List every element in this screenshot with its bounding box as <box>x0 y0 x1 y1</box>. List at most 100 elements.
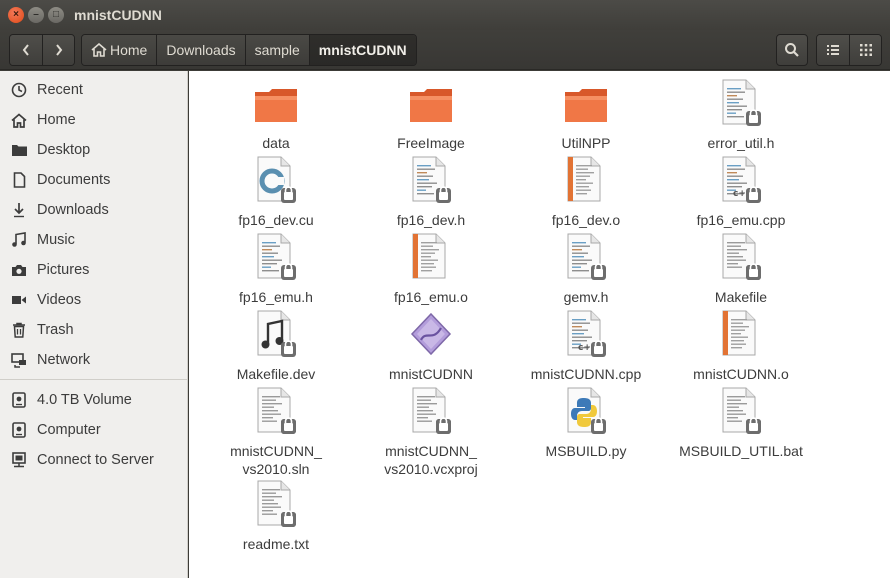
document-icon <box>10 171 28 189</box>
sidebar-item-label: Videos <box>37 292 82 308</box>
window-title: mnistCUDNN <box>74 7 162 23</box>
sidebar-item-connect-to-server[interactable]: Connect to Server <box>0 445 188 475</box>
folder-icon <box>10 141 28 159</box>
music-note-icon <box>10 231 28 249</box>
header-file-icon <box>254 233 298 283</box>
chevron-right-icon <box>55 44 62 56</box>
search-button[interactable] <box>776 34 808 66</box>
minimize-window-button[interactable]: – <box>28 7 44 23</box>
search-icon <box>785 43 799 57</box>
breadcrumb-mnistcudnn[interactable]: mnistCUDNN <box>308 35 416 65</box>
file-name: MSBUILD_UTIL.bat <box>679 443 803 459</box>
sidebar-item-label: Downloads <box>37 202 109 218</box>
file-name: fp16_emu.cpp <box>696 212 786 228</box>
sidebar-item-label: Recent <box>37 82 83 98</box>
sidebar-item-pictures[interactable]: Pictures <box>0 255 188 285</box>
trash-icon <box>10 321 28 339</box>
computer-icon <box>10 421 28 439</box>
sidebar-item-label: 4.0 TB Volume <box>37 392 132 408</box>
sidebar-item-trash[interactable]: Trash <box>0 315 188 345</box>
navigation-buttons <box>9 34 75 66</box>
sidebar-item-label: Trash <box>37 322 74 338</box>
file-item-readme-txt[interactable]: readme.txt <box>201 480 351 578</box>
sidebar-item-label: Music <box>37 232 75 248</box>
object-file-icon <box>409 233 453 283</box>
file-item-msbuild-py[interactable]: MSBUILD.py <box>511 387 661 487</box>
camera-icon <box>10 261 28 279</box>
breadcrumb-label: sample <box>254 42 300 58</box>
breadcrumb-label: mnistCUDNN <box>318 42 407 58</box>
cpp-file-icon: c++ <box>564 310 608 360</box>
home-icon <box>10 111 28 129</box>
sidebar: Recent Home Desktop Documents Downloads … <box>0 71 188 578</box>
breadcrumb-label: Home <box>110 42 148 58</box>
server-icon <box>10 451 28 469</box>
breadcrumb-sample[interactable]: sample <box>244 35 309 65</box>
sidebar-item-desktop[interactable]: Desktop <box>0 135 188 165</box>
sidebar-item-label: Documents <box>37 172 111 188</box>
close-window-button[interactable]: × <box>8 7 24 23</box>
chevron-left-icon <box>22 44 29 56</box>
breadcrumb: Home Downloads sample mnistCUDNN <box>81 34 417 66</box>
clock-icon <box>10 81 28 99</box>
audio-file-icon <box>254 310 298 360</box>
video-camera-icon <box>10 291 28 309</box>
executable-file-icon <box>409 310 453 360</box>
header-bar: Home Downloads sample mnistCUDNN <box>0 30 890 70</box>
file-name: mnistCUDNN.cpp <box>530 366 642 382</box>
text-file-icon <box>409 387 453 437</box>
file-name: mnistCUDNN_ vs2010.vcxproj <box>384 443 478 477</box>
header-file-icon <box>719 79 763 129</box>
drive-icon <box>10 391 28 409</box>
sidebar-item-documents[interactable]: Documents <box>0 165 188 195</box>
title-bar: × – □ mnistCUDNN <box>0 0 890 30</box>
folder-file-icon <box>564 79 608 129</box>
file-item-msbuild-util-bat[interactable]: MSBUILD_UTIL.bat <box>666 387 816 487</box>
sidebar-item-home[interactable]: Home <box>0 105 188 135</box>
sidebar-item-music[interactable]: Music <box>0 225 188 255</box>
sidebar-item-downloads[interactable]: Downloads <box>0 195 188 225</box>
file-item-mnistcudnn-vs2010-sln[interactable]: mnistCUDNN_ vs2010.sln <box>201 387 351 487</box>
file-name: mnistCUDNN.o <box>693 366 789 382</box>
sidebar-item-recent[interactable]: Recent <box>0 75 188 105</box>
sidebar-item-videos[interactable]: Videos <box>0 285 188 315</box>
sidebar-item-computer[interactable]: Computer <box>0 415 188 445</box>
file-name: fp16_emu.o <box>394 289 468 305</box>
text-file-icon <box>254 480 298 530</box>
text-file-icon <box>719 387 763 437</box>
home-icon <box>91 43 107 57</box>
grid-icon <box>859 44 872 56</box>
file-name: MSBUILD.py <box>545 443 627 459</box>
sidebar-item-label: Pictures <box>37 262 90 278</box>
sidebar-item-label: Computer <box>37 422 101 438</box>
object-file-icon <box>719 310 763 360</box>
file-name: Makefile.dev <box>236 366 316 382</box>
forward-button[interactable] <box>42 35 74 65</box>
network-icon <box>10 351 28 369</box>
file-grid: data FreeImage UtilNPP error_util.h fp16_dev… <box>189 71 890 578</box>
sidebar-item-label: Desktop <box>37 142 91 158</box>
file-name: gemv.h <box>563 289 609 305</box>
back-button[interactable] <box>10 35 42 65</box>
header-file-icon <box>564 233 608 283</box>
file-name: FreeImage <box>397 135 465 151</box>
breadcrumb-label: Downloads <box>166 42 236 58</box>
file-name: data <box>262 135 290 151</box>
maximize-window-button[interactable]: □ <box>48 7 64 23</box>
download-icon <box>10 201 28 219</box>
breadcrumb-home[interactable]: Home <box>82 35 157 65</box>
grid-view-button[interactable] <box>849 35 881 65</box>
file-name: readme.txt <box>242 536 310 552</box>
list-view-button[interactable] <box>817 35 849 65</box>
sidebar-item-volume[interactable]: 4.0 TB Volume <box>0 385 188 415</box>
sidebar-item-network[interactable]: Network <box>0 345 188 375</box>
text-file-icon <box>719 233 763 283</box>
sidebar-item-label: Connect to Server <box>37 452 154 468</box>
file-name: mnistCUDNN <box>389 366 473 382</box>
breadcrumb-downloads[interactable]: Downloads <box>156 35 245 65</box>
text-file-icon <box>254 387 298 437</box>
file-name: mnistCUDNN_ vs2010.sln <box>230 443 322 477</box>
sidebar-item-label: Home <box>37 112 76 128</box>
sidebar-divider <box>0 379 188 380</box>
file-item-mnistcudnn-vs2010-vcxproj[interactable]: mnistCUDNN_ vs2010.vcxproj <box>356 387 506 487</box>
